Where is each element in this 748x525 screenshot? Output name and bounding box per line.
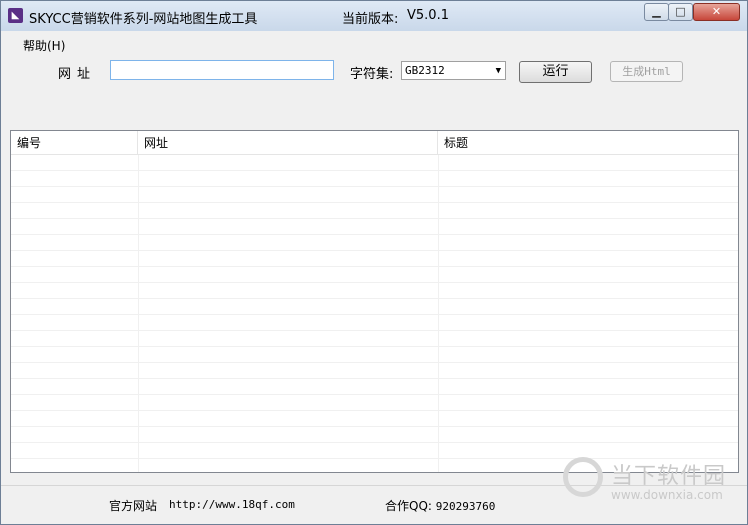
charset-value: GB2312 xyxy=(405,64,445,77)
qq-label: 合作QQ: xyxy=(385,499,432,513)
column-divider xyxy=(138,155,139,472)
charset-select[interactable]: GB2312 ▼ xyxy=(401,61,506,80)
minimize-button[interactable]: ▁ xyxy=(644,3,669,21)
generate-html-button[interactable]: 生成Html xyxy=(610,61,683,82)
minimize-icon: ▁ xyxy=(652,5,661,18)
url-input[interactable] xyxy=(110,60,334,80)
qq-contact: 合作QQ: 920293760 xyxy=(385,497,495,514)
window-title: SKYCC营销软件系列-网站地图生成工具 xyxy=(29,12,258,27)
column-header-title[interactable]: 标题 xyxy=(438,131,738,154)
app-window: ◣ SKYCC营销软件系列-网站地图生成工具 当前版本: V5.0.1 ▁ □ … xyxy=(0,0,748,525)
title-bar[interactable]: ◣ SKYCC营销软件系列-网站地图生成工具 当前版本: V5.0.1 ▁ □ … xyxy=(1,1,747,31)
qq-number: 920293760 xyxy=(435,500,496,513)
watermark-logo-icon xyxy=(563,457,603,497)
maximize-icon: □ xyxy=(675,5,686,18)
column-divider xyxy=(438,155,439,472)
close-icon: ✕ xyxy=(711,5,722,18)
version-label: 当前版本: xyxy=(342,12,399,27)
results-list[interactable]: 编号 网址 标题 xyxy=(10,130,739,473)
official-site-label: 官方网站 xyxy=(109,499,158,513)
close-button[interactable]: ✕ xyxy=(693,3,740,21)
column-header-url[interactable]: 网址 xyxy=(138,131,438,154)
watermark: 当下软件园 www.downxia.com xyxy=(563,455,743,515)
menu-bar: 帮助(H) xyxy=(1,31,747,53)
menu-help[interactable]: 帮助(H) xyxy=(23,37,65,54)
version-value: V5.0.1 xyxy=(407,8,449,23)
maximize-button[interactable]: □ xyxy=(668,3,693,21)
run-button[interactable]: 运行 xyxy=(519,61,592,83)
watermark-url: www.downxia.com xyxy=(611,488,723,502)
url-label: 网址 xyxy=(58,67,97,82)
official-site-url[interactable]: http://www.18qf.com xyxy=(169,498,295,511)
column-header-number[interactable]: 编号 xyxy=(11,131,138,154)
watermark-text: 当下软件园 xyxy=(611,464,727,489)
dropdown-arrow-icon[interactable]: ▼ xyxy=(496,63,501,80)
charset-label: 字符集: xyxy=(350,67,394,82)
app-logo-icon: ◣ xyxy=(8,8,23,23)
list-header: 编号 网址 标题 xyxy=(11,131,738,155)
list-grid xyxy=(11,155,738,472)
